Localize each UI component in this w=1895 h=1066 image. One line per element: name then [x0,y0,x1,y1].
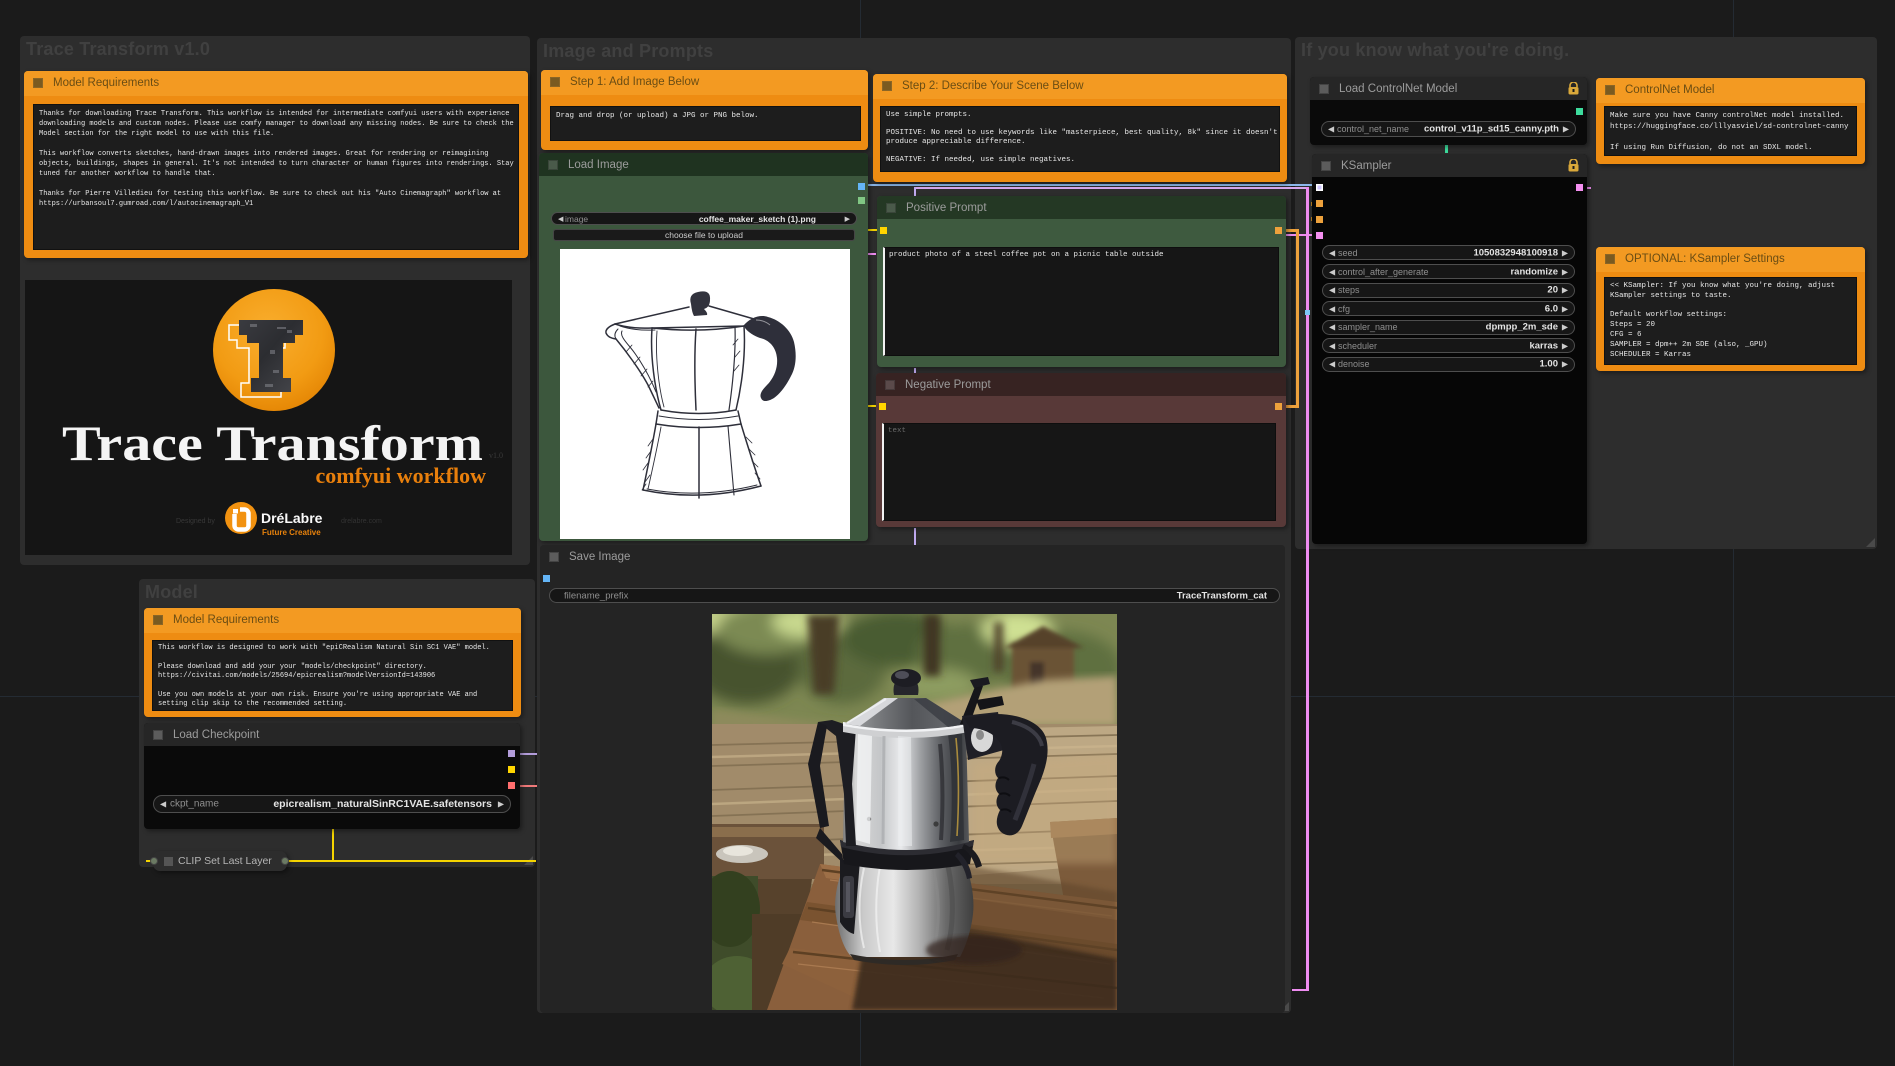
svg-text:Future Creative: Future Creative [262,528,321,537]
svg-text:drelabre.com: drelabre.com [341,518,382,525]
svg-text:Designed by: Designed by [176,518,215,525]
svg-text:comfyui workflow: comfyui workflow [316,463,487,488]
svg-text:v1.0: v1.0 [489,451,503,460]
svg-text:DréLabre: DréLabre [261,510,323,526]
